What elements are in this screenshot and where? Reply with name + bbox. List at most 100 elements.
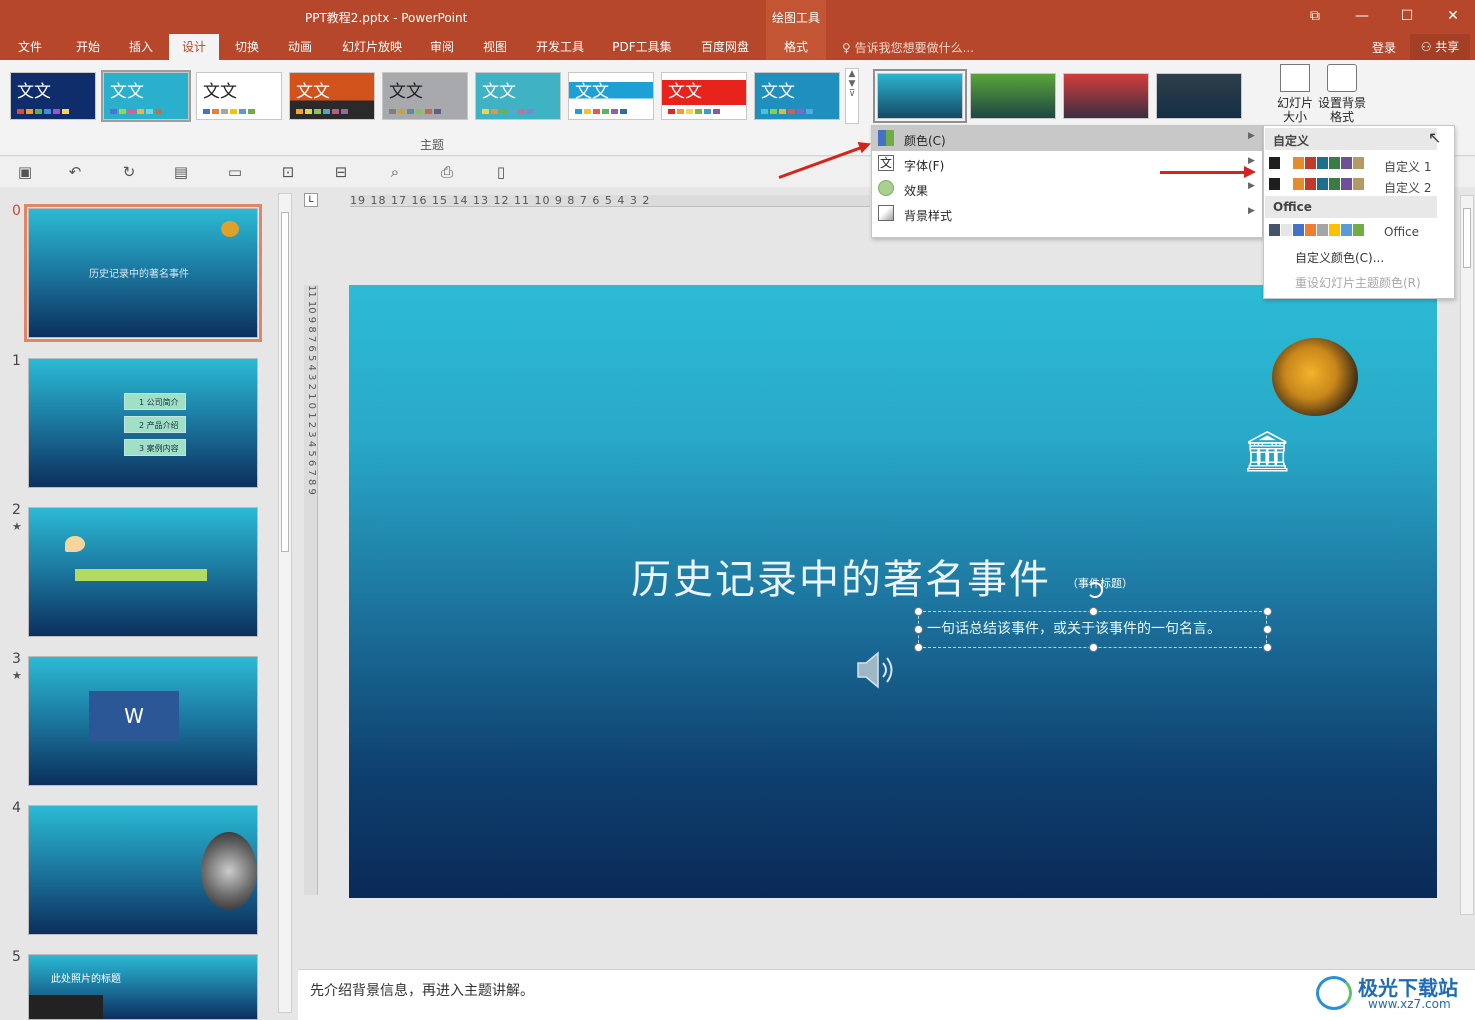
theme-sample-text: 文文 bbox=[482, 82, 516, 102]
ribbon-tabs: 文件 开始 插入 设计 切换 动画 幻灯片放映 审阅 视图 开发工具 PDF工具… bbox=[0, 34, 1475, 60]
resize-handle[interactable] bbox=[1263, 625, 1272, 634]
menu-item-label: 颜色(C) bbox=[904, 134, 946, 148]
slide-thumbnail[interactable] bbox=[28, 507, 258, 637]
editor-scrollbar[interactable] bbox=[1460, 195, 1474, 915]
theme-thumbnail[interactable]: 文文 bbox=[101, 70, 191, 122]
custom-colors-header: 自定义 bbox=[1265, 128, 1437, 150]
tab-transitions[interactable]: 切换 bbox=[235, 38, 259, 55]
new-slide-icon[interactable]: ▭ bbox=[226, 163, 244, 181]
theme-thumbnail[interactable]: 文文 bbox=[10, 72, 96, 120]
tab-baidu-netdisk[interactable]: 百度网盘 bbox=[700, 38, 750, 55]
tab-review[interactable]: 审阅 bbox=[430, 38, 454, 55]
slide-title[interactable]: 历史记录中的著名事件 bbox=[631, 547, 1051, 605]
resize-handle[interactable] bbox=[914, 643, 923, 652]
resize-handle[interactable] bbox=[1089, 607, 1098, 616]
slide-thumbnail[interactable] bbox=[28, 805, 258, 935]
theme-thumbnail[interactable]: 文文 bbox=[196, 72, 282, 120]
subtitle-text[interactable]: 一句话总结该事件，或关于该事件的一句名言。 bbox=[927, 618, 1221, 638]
slide-size-button[interactable]: 幻灯片大小 bbox=[1272, 64, 1318, 124]
tab-design[interactable]: 设计 bbox=[169, 34, 219, 60]
submenu-arrow-icon: ▶ bbox=[1248, 181, 1255, 191]
tab-developer[interactable]: 开发工具 bbox=[535, 38, 585, 55]
theme-sample-text: 文文 bbox=[389, 82, 423, 102]
background-style-icon bbox=[878, 205, 894, 221]
scrollbar-thumb[interactable] bbox=[281, 212, 289, 552]
save-icon[interactable]: ▣ bbox=[16, 163, 34, 181]
window-title: PPT教程2.pptx - PowerPoint bbox=[305, 11, 468, 25]
theme-thumbnail[interactable]: 文文 bbox=[754, 72, 840, 120]
slide-canvas[interactable]: 🏛 历史记录中的著名事件 （事件标题） 一句话总结该事件，或关于该事件的一句名言… bbox=[349, 285, 1437, 898]
theme-thumbnail[interactable]: 文文 bbox=[661, 72, 747, 120]
submenu-arrow-icon: ▶ bbox=[1248, 156, 1255, 166]
rotate-handle-icon[interactable] bbox=[1087, 582, 1103, 598]
theme-thumbnail[interactable]: 文文 bbox=[289, 72, 375, 120]
tab-format[interactable]: 格式 bbox=[766, 34, 826, 60]
slide-thumbnail[interactable]: 此处照片的标题 bbox=[28, 954, 258, 1020]
from-beginning-icon[interactable]: ▤ bbox=[172, 163, 190, 181]
watermark-logo: 极光下载站 www.xz7.com bbox=[1308, 970, 1468, 1015]
tab-insert[interactable]: 插入 bbox=[129, 38, 153, 55]
slide-number: 2 bbox=[12, 502, 21, 518]
tab-view[interactable]: 视图 bbox=[483, 38, 507, 55]
thumbnails-scrollbar[interactable] bbox=[278, 193, 292, 1013]
slide-thumbnail[interactable]: W bbox=[28, 656, 258, 786]
slide-thumbnail[interactable]: 1 公司简介 2 产品介绍 3 案例内容 bbox=[28, 358, 258, 488]
variant-thumbnail[interactable] bbox=[873, 69, 967, 123]
tab-selector[interactable]: L bbox=[304, 193, 318, 207]
resize-handle[interactable] bbox=[914, 625, 923, 634]
theme-sample-text: 文文 bbox=[203, 82, 237, 102]
tab-file[interactable]: 文件 bbox=[18, 38, 42, 55]
slide-size-icon bbox=[1280, 64, 1310, 92]
resize-handle[interactable] bbox=[914, 607, 923, 616]
variant-thumbnail[interactable] bbox=[1063, 73, 1149, 119]
theme-thumbnail[interactable]: 文文 bbox=[475, 72, 561, 120]
color-scheme-option[interactable]: 自定义 1 bbox=[1264, 154, 1454, 174]
tab-animations[interactable]: 动画 bbox=[288, 38, 312, 55]
horizontal-ruler: 19 18 17 16 15 14 13 12 11 10 9 8 7 6 5 … bbox=[350, 195, 870, 207]
tab-slideshow[interactable]: 幻灯片放映 bbox=[341, 38, 403, 55]
print-icon[interactable]: ⎙ bbox=[438, 163, 456, 181]
menu-item-effects[interactable]: 效果 ▶ bbox=[872, 176, 1262, 201]
sign-in-link[interactable]: 登录 bbox=[1372, 39, 1396, 56]
color-swatches bbox=[1269, 224, 1365, 236]
color-scheme-option[interactable]: Office bbox=[1264, 221, 1454, 241]
document-icon[interactable]: ▯ bbox=[492, 163, 510, 181]
thumbnail-title: 历史记录中的著名事件 bbox=[89, 269, 189, 280]
menu-item-colors[interactable]: 颜色(C) ▶ bbox=[872, 126, 1262, 151]
theme-thumbnail[interactable]: 文文 bbox=[568, 72, 654, 120]
tab-pdf-tools[interactable]: PDF工具集 bbox=[612, 38, 672, 55]
resize-handle[interactable] bbox=[1263, 643, 1272, 652]
presenter-icon[interactable]: ⊡ bbox=[279, 163, 297, 181]
color-scheme-option[interactable]: 自定义 2 bbox=[1264, 175, 1454, 195]
resize-handle[interactable] bbox=[1089, 643, 1098, 652]
variant-thumbnail[interactable] bbox=[970, 73, 1056, 119]
leaf-photo[interactable] bbox=[1272, 338, 1358, 416]
audio-speaker-icon[interactable] bbox=[852, 645, 902, 695]
print-preview-icon[interactable]: ⌕ bbox=[386, 163, 404, 181]
slide-thumbnail[interactable]: 历史记录中的著名事件 bbox=[24, 204, 262, 342]
notes-pane[interactable]: 先介绍背景信息，再进入主题讲解。 bbox=[298, 969, 1475, 1020]
scrollbar-thumb[interactable] bbox=[1463, 208, 1471, 268]
tab-home[interactable]: 开始 bbox=[76, 38, 100, 55]
redo-icon[interactable]: ↻ bbox=[120, 163, 138, 181]
customize-colors-link[interactable]: 自定义颜色(C)... bbox=[1295, 249, 1384, 266]
menu-item-background-styles[interactable]: 背景样式 ▶ bbox=[872, 201, 1262, 226]
present-online-icon[interactable]: ⊟ bbox=[332, 163, 350, 181]
minimize-icon[interactable]: — bbox=[1352, 6, 1372, 26]
variant-thumbnail[interactable] bbox=[1156, 73, 1242, 119]
tell-me-search[interactable]: ♀ 告诉我您想要做什么... bbox=[842, 39, 974, 56]
format-background-button[interactable]: 设置背景格式 bbox=[1318, 64, 1366, 124]
share-button[interactable]: ⚇ 共享 bbox=[1410, 34, 1470, 60]
undo-icon[interactable]: ↶ bbox=[66, 163, 84, 181]
menu-item-label: 背景样式 bbox=[904, 209, 953, 223]
slide-number: 4 bbox=[12, 800, 21, 816]
resize-handle[interactable] bbox=[1263, 607, 1272, 616]
close-icon[interactable]: ✕ bbox=[1443, 6, 1463, 26]
portrait-photo bbox=[201, 832, 257, 910]
subtitle-textbox[interactable]: 一句话总结该事件，或关于该事件的一句名言。 bbox=[914, 582, 1272, 652]
maximize-icon[interactable]: ☐ bbox=[1397, 6, 1417, 26]
theme-thumbnail[interactable]: 文文 bbox=[382, 72, 468, 120]
ribbon-display-options-icon[interactable]: ⧉ bbox=[1305, 6, 1325, 26]
notes-text[interactable]: 先介绍背景信息，再进入主题讲解。 bbox=[310, 980, 534, 1000]
theme-gallery-scroll[interactable]: ▲ ▼ ⊽ bbox=[845, 68, 859, 124]
